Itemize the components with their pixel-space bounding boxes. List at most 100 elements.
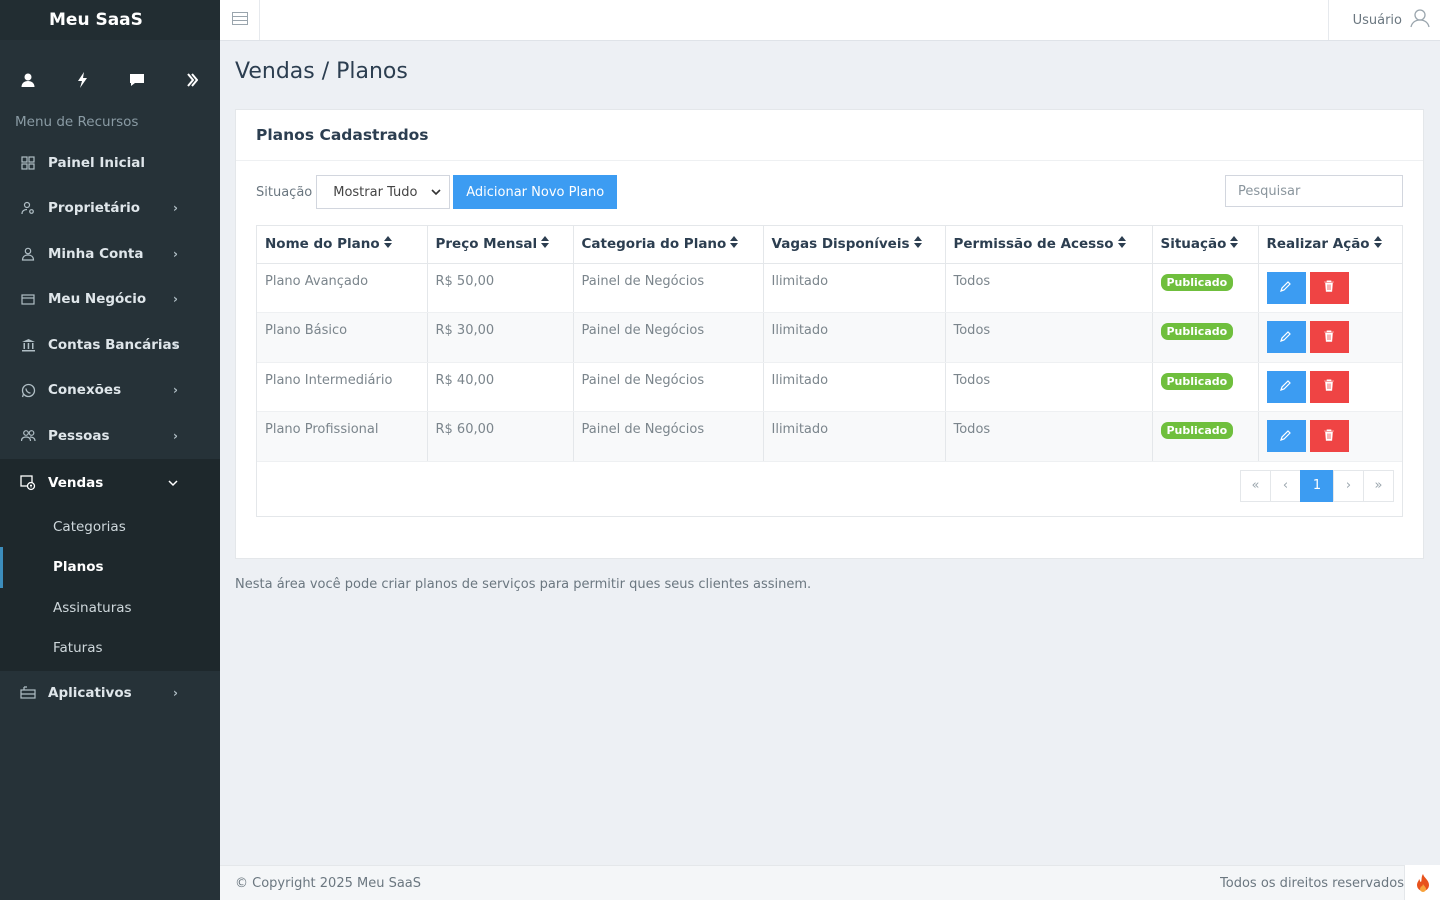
user-icon[interactable] [20, 72, 36, 88]
submenu-item-assinaturas[interactable]: Assinaturas [0, 588, 220, 629]
sidebar-item-conexoes[interactable]: Conexões › [0, 368, 220, 414]
column-header-categoria[interactable]: Categoria do Plano [573, 226, 764, 264]
fire-icon[interactable] [1404, 865, 1440, 900]
sidebar-item-label: Painel Inicial [48, 154, 145, 171]
sidebar-item-pessoas[interactable]: Pessoas › [0, 413, 220, 459]
delete-button[interactable] [1309, 271, 1349, 304]
box-title: Planos Cadastrados [236, 110, 1423, 161]
sidebar-item-label: Proprietário [48, 200, 141, 217]
sidebar-item-label: Minha Conta [48, 245, 144, 262]
sidebar-item-meu-negocio[interactable]: Meu Negócio › [0, 277, 220, 323]
sidebar-item-proprietario[interactable]: Proprietário › [0, 186, 220, 232]
sort-icon [730, 236, 739, 252]
pager-first-button[interactable]: « [1240, 469, 1271, 502]
sidebar-item-aplicativos[interactable]: Aplicativos › [0, 671, 220, 717]
plans-table: Nome do Plano Preço Mensal Categoria do … [257, 226, 1402, 462]
chevron-right-icon: › [173, 383, 178, 398]
table-row: Plano Intermediário R$ 40,00 Painel de N… [257, 362, 1402, 412]
chevron-right-icon: › [173, 201, 178, 216]
plans-table-wrapper: Nome do Plano Preço Mensal Categoria do … [256, 225, 1403, 517]
delete-button[interactable] [1309, 370, 1349, 403]
status-badge: Publicado [1160, 372, 1234, 390]
sidebar-item-label: Vendas [48, 474, 104, 491]
cell-price: R$ 60,00 [427, 411, 574, 462]
vendas-submenu: Categorias Planos Assinaturas Faturas [0, 506, 220, 671]
pagination-row: « ‹ 1 › » [257, 462, 1402, 516]
apps-icon [20, 685, 36, 701]
cell-actions [1258, 263, 1402, 313]
cell-plan-name: Plano Básico [257, 312, 428, 363]
cell-category: Painel de Negócios [573, 362, 764, 412]
edit-button[interactable] [1266, 420, 1306, 452]
plans-box: Planos Cadastrados Situação Mostrar Tudo… [235, 109, 1424, 559]
pager-page-button[interactable]: 1 [1300, 469, 1334, 502]
sidebar-item-label: Aplicativos [48, 685, 132, 702]
cell-plan-name: Plano Avançado [257, 263, 428, 313]
sidebar-item-label: Meu Negócio [48, 291, 147, 308]
main-content: Vendas / Planos Planos Cadastrados Situa… [235, 41, 1425, 592]
delete-button[interactable] [1309, 321, 1349, 353]
cell-actions [1258, 362, 1402, 412]
help-text: Nesta área você pode criar planos de ser… [235, 577, 812, 592]
sidebar-item-contas-bancarias[interactable]: Contas Bancárias › [0, 322, 220, 368]
column-header-vagas[interactable]: Vagas Disponíveis [763, 226, 946, 264]
menu-icon [231, 11, 248, 29]
cell-status: Publicado [1152, 411, 1259, 462]
edit-button[interactable] [1266, 321, 1306, 353]
sidebar-quick-icons [0, 40, 220, 120]
table-row: Plano Avançado R$ 50,00 Painel de Negóci… [257, 263, 1402, 313]
column-header-acao[interactable]: Realizar Ação [1258, 226, 1402, 264]
sidebar-item-minha-conta[interactable]: Minha Conta › [0, 231, 220, 277]
pager-next-button[interactable]: › [1333, 469, 1364, 502]
chat-icon[interactable] [129, 72, 145, 88]
cell-plan-name: Plano Profissional [257, 411, 428, 462]
sidebar-item-painel-inicial[interactable]: Painel Inicial [0, 140, 220, 186]
pencil-icon [1280, 379, 1292, 394]
bolt-icon[interactable] [75, 72, 91, 88]
sort-icon [383, 236, 392, 252]
pager-prev-button[interactable]: ‹ [1270, 469, 1301, 502]
sort-icon [1230, 236, 1239, 252]
column-header-permissao[interactable]: Permissão de Acesso [945, 226, 1153, 264]
trash-icon [1324, 330, 1334, 345]
submenu-item-planos[interactable]: Planos [0, 547, 220, 588]
cell-price: R$ 30,00 [427, 312, 574, 363]
chevron-down-icon [431, 185, 441, 200]
cell-category: Painel de Negócios [573, 312, 764, 363]
search-input[interactable]: Pesquisar [1225, 175, 1403, 207]
cell-slots: Ilimitado [763, 362, 946, 412]
column-header-preco[interactable]: Preço Mensal [427, 226, 574, 264]
submenu-item-categorias[interactable]: Categorias [0, 507, 220, 548]
edit-button[interactable] [1266, 370, 1306, 403]
chevron-right-icon: › [173, 292, 178, 307]
cell-category: Painel de Negócios [573, 263, 764, 313]
pager-last-button[interactable]: » [1363, 469, 1394, 502]
sales-icon [20, 474, 36, 491]
pencil-icon [1280, 280, 1292, 295]
edit-button[interactable] [1266, 271, 1306, 304]
cell-status: Publicado [1152, 312, 1259, 363]
trash-icon [1324, 280, 1334, 295]
table-row: Plano Básico R$ 30,00 Painel de Negócios… [257, 312, 1402, 363]
cell-actions [1258, 411, 1402, 462]
cell-status: Publicado [1152, 263, 1259, 313]
brand-logo[interactable]: Meu SaaS [0, 0, 220, 40]
cell-price: R$ 40,00 [427, 362, 574, 412]
column-header-situacao[interactable]: Situação [1152, 226, 1259, 264]
double-chevron-right-icon[interactable] [184, 72, 200, 88]
sidebar-item-vendas[interactable]: Vendas [0, 458, 220, 507]
pencil-icon [1280, 429, 1292, 444]
sidebar-nav: Painel Inicial Proprietário › Minha Cont… [0, 140, 220, 716]
add-plan-button[interactable]: Adicionar Novo Plano [453, 175, 618, 209]
status-filter-select[interactable]: Mostrar Tudo [316, 175, 451, 209]
sidebar-toggle-button[interactable] [220, 0, 260, 40]
cell-slots: Ilimitado [763, 312, 946, 363]
submenu-item-faturas[interactable]: Faturas [0, 628, 220, 669]
column-header-nome[interactable]: Nome do Plano [257, 226, 428, 264]
trash-icon [1324, 379, 1334, 394]
user-menu[interactable]: Usuário [1328, 0, 1440, 40]
user-icon [20, 246, 36, 262]
cell-price: R$ 50,00 [427, 263, 574, 313]
delete-button[interactable] [1309, 420, 1349, 452]
cell-access: Todos [945, 411, 1153, 462]
